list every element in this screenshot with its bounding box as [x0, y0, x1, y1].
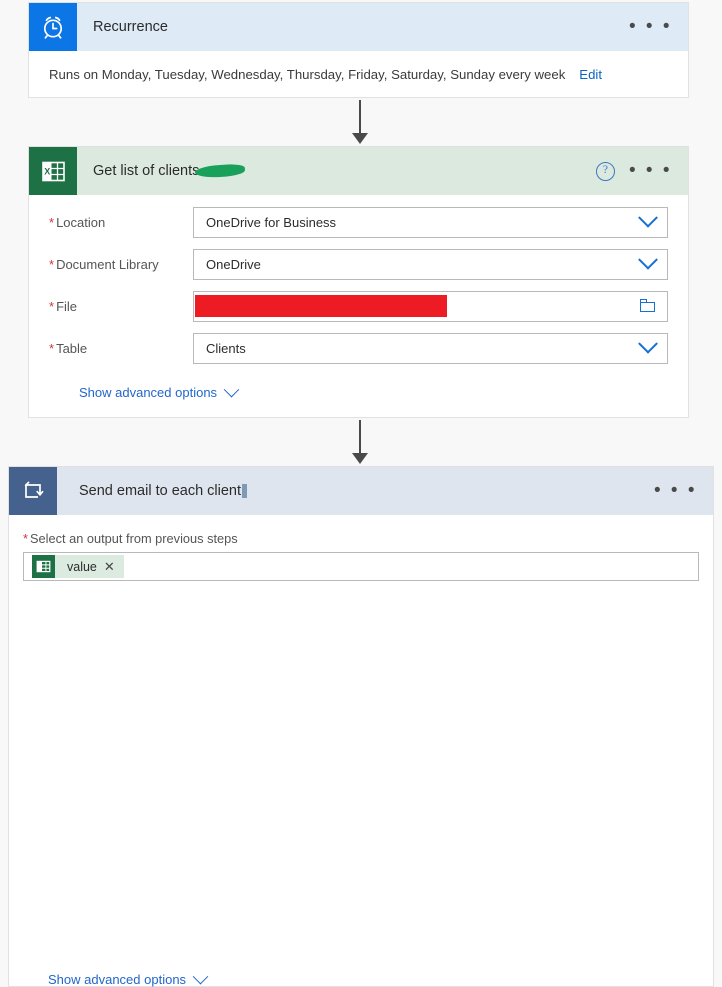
field-row-file: * File	[29, 290, 688, 322]
folder-picker-icon[interactable]	[640, 299, 657, 313]
excel-show-advanced-label: Show advanced options	[79, 385, 218, 400]
title-cursor-mark	[242, 484, 248, 498]
recurrence-menu-button[interactable]: • • •	[629, 17, 672, 36]
field-row-table: * Table Clients	[29, 332, 688, 364]
svg-text:X: X	[44, 166, 50, 176]
loop-menu-button[interactable]: • • •	[654, 481, 697, 500]
file-label: * File	[49, 298, 78, 314]
connector-arrow-2	[348, 420, 372, 464]
location-dropdown[interactable]: OneDrive for Business	[193, 206, 668, 238]
document-library-value: OneDrive	[206, 256, 261, 272]
document-library-label: * Document Library	[49, 256, 159, 272]
loop-card-header[interactable]: Send email to each client • • •	[9, 467, 713, 515]
apply-to-each-icon	[9, 467, 57, 515]
recurrence-title: Recurrence	[93, 19, 168, 35]
chevron-down-icon	[223, 381, 240, 398]
loop-body: * Select an output from previous steps va…	[9, 515, 713, 581]
chevron-down-icon	[192, 968, 209, 985]
location-label: * Location	[49, 214, 106, 230]
token-value-label: value	[67, 559, 97, 574]
chevron-down-icon	[638, 207, 658, 228]
field-row-location: * Location OneDrive for Business	[29, 206, 688, 238]
help-icon[interactable]: ?	[595, 161, 615, 181]
excel-card-header[interactable]: X Get list of clients ? • • •	[29, 147, 688, 195]
alarm-clock-icon	[29, 3, 77, 51]
recurrence-body: Runs on Monday, Tuesday, Wednesday, Thur…	[29, 51, 688, 82]
recurrence-trigger-card[interactable]: Recurrence • • • Runs on Monday, Tuesday…	[28, 2, 689, 98]
chevron-down-icon	[638, 333, 658, 354]
table-dropdown[interactable]: Clients	[193, 332, 668, 364]
excel-card-title-text: Get list of clients	[93, 163, 200, 179]
location-value: OneDrive for Business	[206, 214, 337, 230]
table-label: * Table	[49, 340, 88, 356]
file-value-redaction	[195, 295, 447, 317]
loop-card-title-text: Send email to each client	[79, 483, 242, 499]
email-show-advanced-label: Show advanced options	[48, 972, 187, 987]
excel-card-title: Get list of clients	[93, 163, 246, 179]
recurrence-card-header[interactable]: Recurrence • • •	[29, 3, 688, 51]
loop-card-title: Send email to each client	[79, 483, 248, 499]
field-row-document-library: * Document Library OneDrive	[29, 248, 688, 280]
document-library-dropdown[interactable]: OneDrive	[193, 248, 668, 280]
token-value[interactable]: value ✕	[32, 555, 124, 578]
connector-arrow-1	[348, 100, 372, 144]
close-icon[interactable]: ✕	[104, 559, 124, 575]
chevron-down-icon	[638, 249, 658, 270]
excel-show-advanced-options[interactable]: Show advanced options	[29, 381, 688, 400]
excel-icon: X	[29, 147, 77, 195]
get-list-of-clients-card[interactable]: X Get list of clients ? • • • * Location …	[28, 146, 689, 418]
recurrence-edit-link[interactable]: Edit	[579, 67, 602, 82]
flow-designer-canvas: Recurrence • • • Runs on Monday, Tuesday…	[0, 0, 722, 987]
title-green-redaction-mark	[195, 163, 246, 179]
excel-icon	[32, 555, 55, 578]
excel-card-menu-button[interactable]: • • •	[629, 161, 672, 180]
apply-to-each-card[interactable]: Send email to each client • • • * Select …	[8, 466, 714, 987]
file-picker-input[interactable]	[193, 290, 668, 322]
select-output-input[interactable]: value ✕	[23, 552, 699, 581]
email-show-advanced-options[interactable]: Show advanced options	[48, 968, 209, 987]
select-output-label: * Select an output from previous steps	[23, 531, 238, 546]
recurrence-schedule-text: Runs on Monday, Tuesday, Wednesday, Thur…	[49, 67, 566, 82]
table-value: Clients	[206, 340, 246, 356]
